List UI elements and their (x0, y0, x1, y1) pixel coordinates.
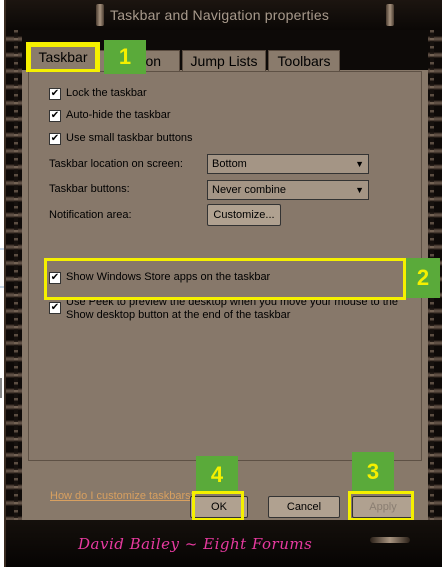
chevron-down-icon: ▼ (355, 159, 364, 169)
lock-taskbar-checkbox[interactable]: ✔ (49, 88, 61, 100)
highlight-box-apply-button (348, 491, 414, 521)
properties-window: Taskbar and Navigation properties Taskba… (4, 0, 442, 567)
peek-checkbox[interactable]: ✔ (49, 302, 61, 314)
highlight-box-taskbar-tab (26, 42, 100, 72)
lock-taskbar-label: Lock the taskbar (66, 87, 147, 99)
highlight-box-ok-button (192, 491, 244, 521)
tab-toolbars[interactable]: Toolbars (268, 50, 340, 72)
location-label: Taskbar location on screen: (49, 158, 183, 170)
customize-button[interactable]: Customize... (207, 204, 281, 226)
annotation-badge-4: 4 (196, 456, 238, 494)
title-ornament-right (386, 4, 394, 26)
peek-label-line2: Show desktop button at the end of the ta… (66, 309, 291, 321)
title-ornament-left (96, 4, 104, 26)
chevron-down-icon: ▼ (355, 185, 364, 195)
window-title: Taskbar and Navigation properties (110, 7, 330, 23)
taskbar-buttons-label: Taskbar buttons: (49, 183, 130, 195)
location-value: Bottom (212, 158, 247, 170)
taskbar-buttons-select[interactable]: Never combine ▼ (207, 180, 369, 200)
annotation-badge-2: 2 (406, 258, 440, 298)
title-bar[interactable]: Taskbar and Navigation properties (6, 0, 442, 30)
small-buttons-label: Use small taskbar buttons (66, 132, 193, 144)
annotation-badge-1: 1 (104, 40, 146, 74)
autohide-checkbox[interactable]: ✔ (49, 110, 61, 122)
location-select[interactable]: Bottom ▼ (207, 154, 369, 174)
tab-jump-lists[interactable]: Jump Lists (182, 50, 266, 72)
help-link[interactable]: How do I customize taskbars? (50, 490, 197, 502)
highlight-box-peek-option (44, 258, 406, 300)
autohide-label: Auto-hide the taskbar (66, 109, 171, 121)
bottom-ornament (370, 537, 410, 543)
annotation-badge-3: 3 (352, 452, 394, 492)
taskbar-buttons-value: Never combine (212, 184, 286, 196)
signature-text: David Bailey ~ Eight Forums (78, 535, 313, 553)
cancel-button[interactable]: Cancel (268, 496, 340, 518)
notification-area-label: Notification area: (49, 209, 132, 221)
small-buttons-checkbox[interactable]: ✔ (49, 133, 61, 145)
